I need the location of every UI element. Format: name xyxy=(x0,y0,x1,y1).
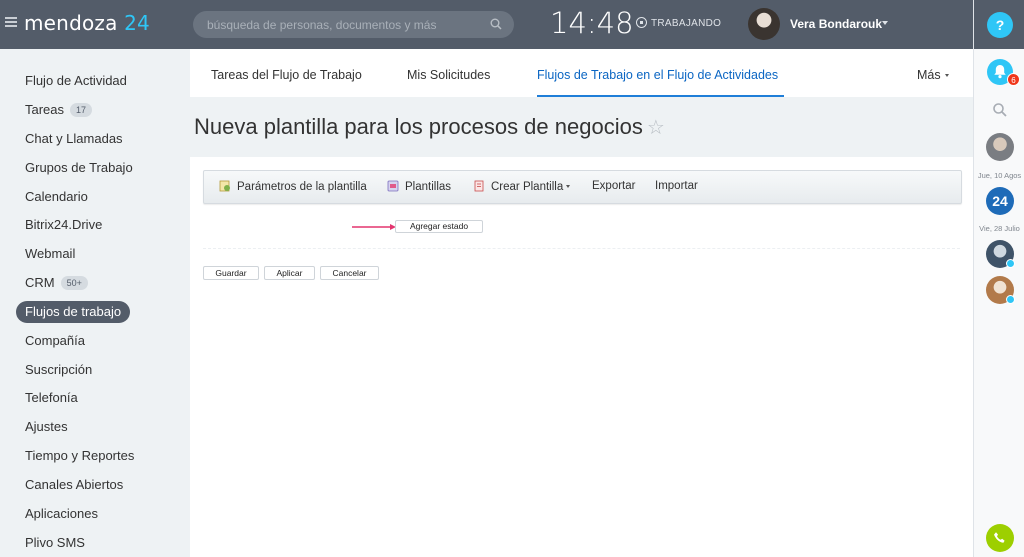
online-indicator xyxy=(1006,295,1015,304)
phone-button[interactable] xyxy=(986,524,1014,552)
work-status-label: TRABAJANDO xyxy=(651,18,722,29)
menu-item-label: Telefonía xyxy=(25,390,78,405)
tab-more[interactable]: Más xyxy=(917,68,949,82)
menu-item-label: Tiempo y Reportes xyxy=(25,448,135,463)
workflow-designer-panel: Parámetros de la plantilla Plantillas Cr… xyxy=(190,157,973,557)
menu-item-workgroups[interactable]: Grupos de Trabajo xyxy=(16,157,142,179)
menu-item-label: Bitrix24.Drive xyxy=(25,217,103,232)
menu-item-open-channels[interactable]: Canales Abiertos xyxy=(16,474,132,496)
add-state-button[interactable]: Agregar estado xyxy=(395,220,483,233)
cancel-button[interactable]: Cancelar xyxy=(320,266,379,280)
menu-item-chat[interactable]: Chat y Llamadas xyxy=(16,128,132,150)
phone-icon xyxy=(994,532,1005,543)
menu-item-label: Tareas xyxy=(25,102,65,117)
menu-item-label: Webmail xyxy=(25,246,76,261)
search-icon[interactable] xyxy=(490,18,502,30)
contact-date: Vie, 28 Julio xyxy=(979,224,1020,233)
menu-item-label: Chat y Llamadas xyxy=(25,131,123,146)
counter-badge: 50+ xyxy=(60,276,88,290)
search-bar[interactable]: búsqueda de personas, documentos y más xyxy=(193,11,514,38)
settings-icon xyxy=(219,180,230,192)
chevron-down-icon[interactable] xyxy=(882,21,888,25)
user-avatar[interactable] xyxy=(748,8,780,40)
menu-item-workflows[interactable]: Flujos de trabajo xyxy=(16,301,131,323)
import-button[interactable]: Importar xyxy=(655,180,698,192)
menu-item-label: Compañía xyxy=(25,333,85,348)
create-template-button[interactable]: Crear Plantilla xyxy=(473,180,571,193)
export-button[interactable]: Exportar xyxy=(592,180,635,192)
arrow-right-icon xyxy=(352,224,396,230)
counter-badge: 17 xyxy=(70,103,93,117)
menu-item-calendar[interactable]: Calendario xyxy=(16,186,97,208)
menu-item-label: Grupos de Trabajo xyxy=(25,160,133,175)
menu-item-label: Plivo SMS xyxy=(25,535,85,550)
user-name[interactable]: Vera Bondarouk xyxy=(790,17,882,31)
logo-name: mendoza xyxy=(24,11,118,35)
page-title-text: Nueva plantilla para los procesos de neg… xyxy=(194,114,643,139)
button-label: Plantillas xyxy=(405,181,452,193)
search-icon[interactable] xyxy=(992,102,1008,118)
button-label: Crear Plantilla xyxy=(491,181,564,193)
tab-my-requests[interactable]: Mis Solicitudes xyxy=(407,68,490,82)
menu-item-company[interactable]: Compañía xyxy=(16,330,94,352)
online-indicator xyxy=(1006,259,1015,268)
bell-icon xyxy=(994,65,1006,79)
clock[interactable]: 14:48 xyxy=(550,6,634,40)
apply-button[interactable]: Aplicar xyxy=(264,266,315,280)
tab-workflow-tasks[interactable]: Tareas del Flujo de Trabajo xyxy=(211,68,362,82)
menu-item-label: Flujo de Actividad xyxy=(25,73,127,88)
chevron-down-icon xyxy=(566,185,571,188)
menu-item-plivo-sms[interactable]: Plivo SMS xyxy=(16,532,94,554)
menu-item-label: Suscripción xyxy=(25,362,93,377)
tabs-bar: Tareas del Flujo de Trabajo Mis Solicitu… xyxy=(190,49,973,97)
menu-icon[interactable] xyxy=(5,17,17,27)
menu-item-label: Canales Abiertos xyxy=(25,477,124,492)
menu-item-label: Flujos de trabajo xyxy=(25,304,122,319)
menu-item-label: Ajustes xyxy=(25,419,68,434)
logo[interactable]: mendoza 24 xyxy=(24,11,150,35)
page-title: Nueva plantilla para los procesos de neg… xyxy=(194,114,665,140)
menu-item-webmail[interactable]: Webmail xyxy=(16,243,84,265)
menu-item-activity-stream[interactable]: Flujo de Actividad xyxy=(16,70,136,92)
menu-item-tasks[interactable]: Tareas 17 xyxy=(16,99,101,121)
menu-item-label: CRM xyxy=(25,275,55,290)
menu-item-drive[interactable]: Bitrix24.Drive xyxy=(16,214,111,236)
divider xyxy=(203,248,960,249)
menu-item-telephony[interactable]: Telefonía xyxy=(16,387,87,409)
template-parameters-button[interactable]: Parámetros de la plantilla xyxy=(219,180,367,193)
active-tab-indicator xyxy=(537,95,784,97)
templates-button[interactable]: Plantillas xyxy=(387,180,451,193)
menu-item-subscription[interactable]: Suscripción xyxy=(16,359,101,381)
chevron-down-icon xyxy=(944,74,949,77)
button-label: Parámetros de la plantilla xyxy=(237,181,367,193)
menu-item-settings[interactable]: Ajustes xyxy=(16,416,77,438)
menu-item-applications[interactable]: Aplicaciones xyxy=(16,503,107,525)
templates-icon xyxy=(387,180,399,192)
help-button[interactable]: ? xyxy=(987,12,1013,38)
menu-item-crm[interactable]: CRM 50+ xyxy=(16,272,97,294)
save-button[interactable]: Guardar xyxy=(203,266,259,280)
left-menu: Flujo de Actividad Tareas 17 Chat y Llama… xyxy=(0,49,190,557)
document-icon xyxy=(474,180,484,192)
work-status[interactable]: TRABAJANDO xyxy=(636,17,721,29)
contact-date: Jue, 10 Agos xyxy=(977,171,1022,180)
top-header: mendoza 24 búsqueda de personas, documen… xyxy=(0,0,973,49)
menu-item-time-reports[interactable]: Tiempo y Reportes xyxy=(16,445,143,467)
menu-item-label: Calendario xyxy=(25,189,88,204)
tab-more-label: Más xyxy=(917,68,941,82)
search-input[interactable]: búsqueda de personas, documentos y más xyxy=(207,18,436,32)
contact-avatar[interactable] xyxy=(986,133,1014,161)
bitrix24-chat-avatar[interactable]: 24 xyxy=(986,187,1014,215)
designer-toolbar: Parámetros de la plantilla Plantillas Cr… xyxy=(203,170,962,204)
tab-workflows-in-activity-stream[interactable]: Flujos de Trabajo en el Flujo de Activid… xyxy=(537,68,778,82)
stop-icon xyxy=(636,17,647,28)
menu-item-label: Aplicaciones xyxy=(25,506,98,521)
notifications-badge: 6 xyxy=(1007,73,1020,86)
right-sidebar: ? 6 Jue, 10 Agos 24 Vie, 28 Julio xyxy=(973,0,1024,557)
star-icon[interactable]: ☆ xyxy=(647,117,665,139)
logo-number: 24 xyxy=(124,11,150,35)
